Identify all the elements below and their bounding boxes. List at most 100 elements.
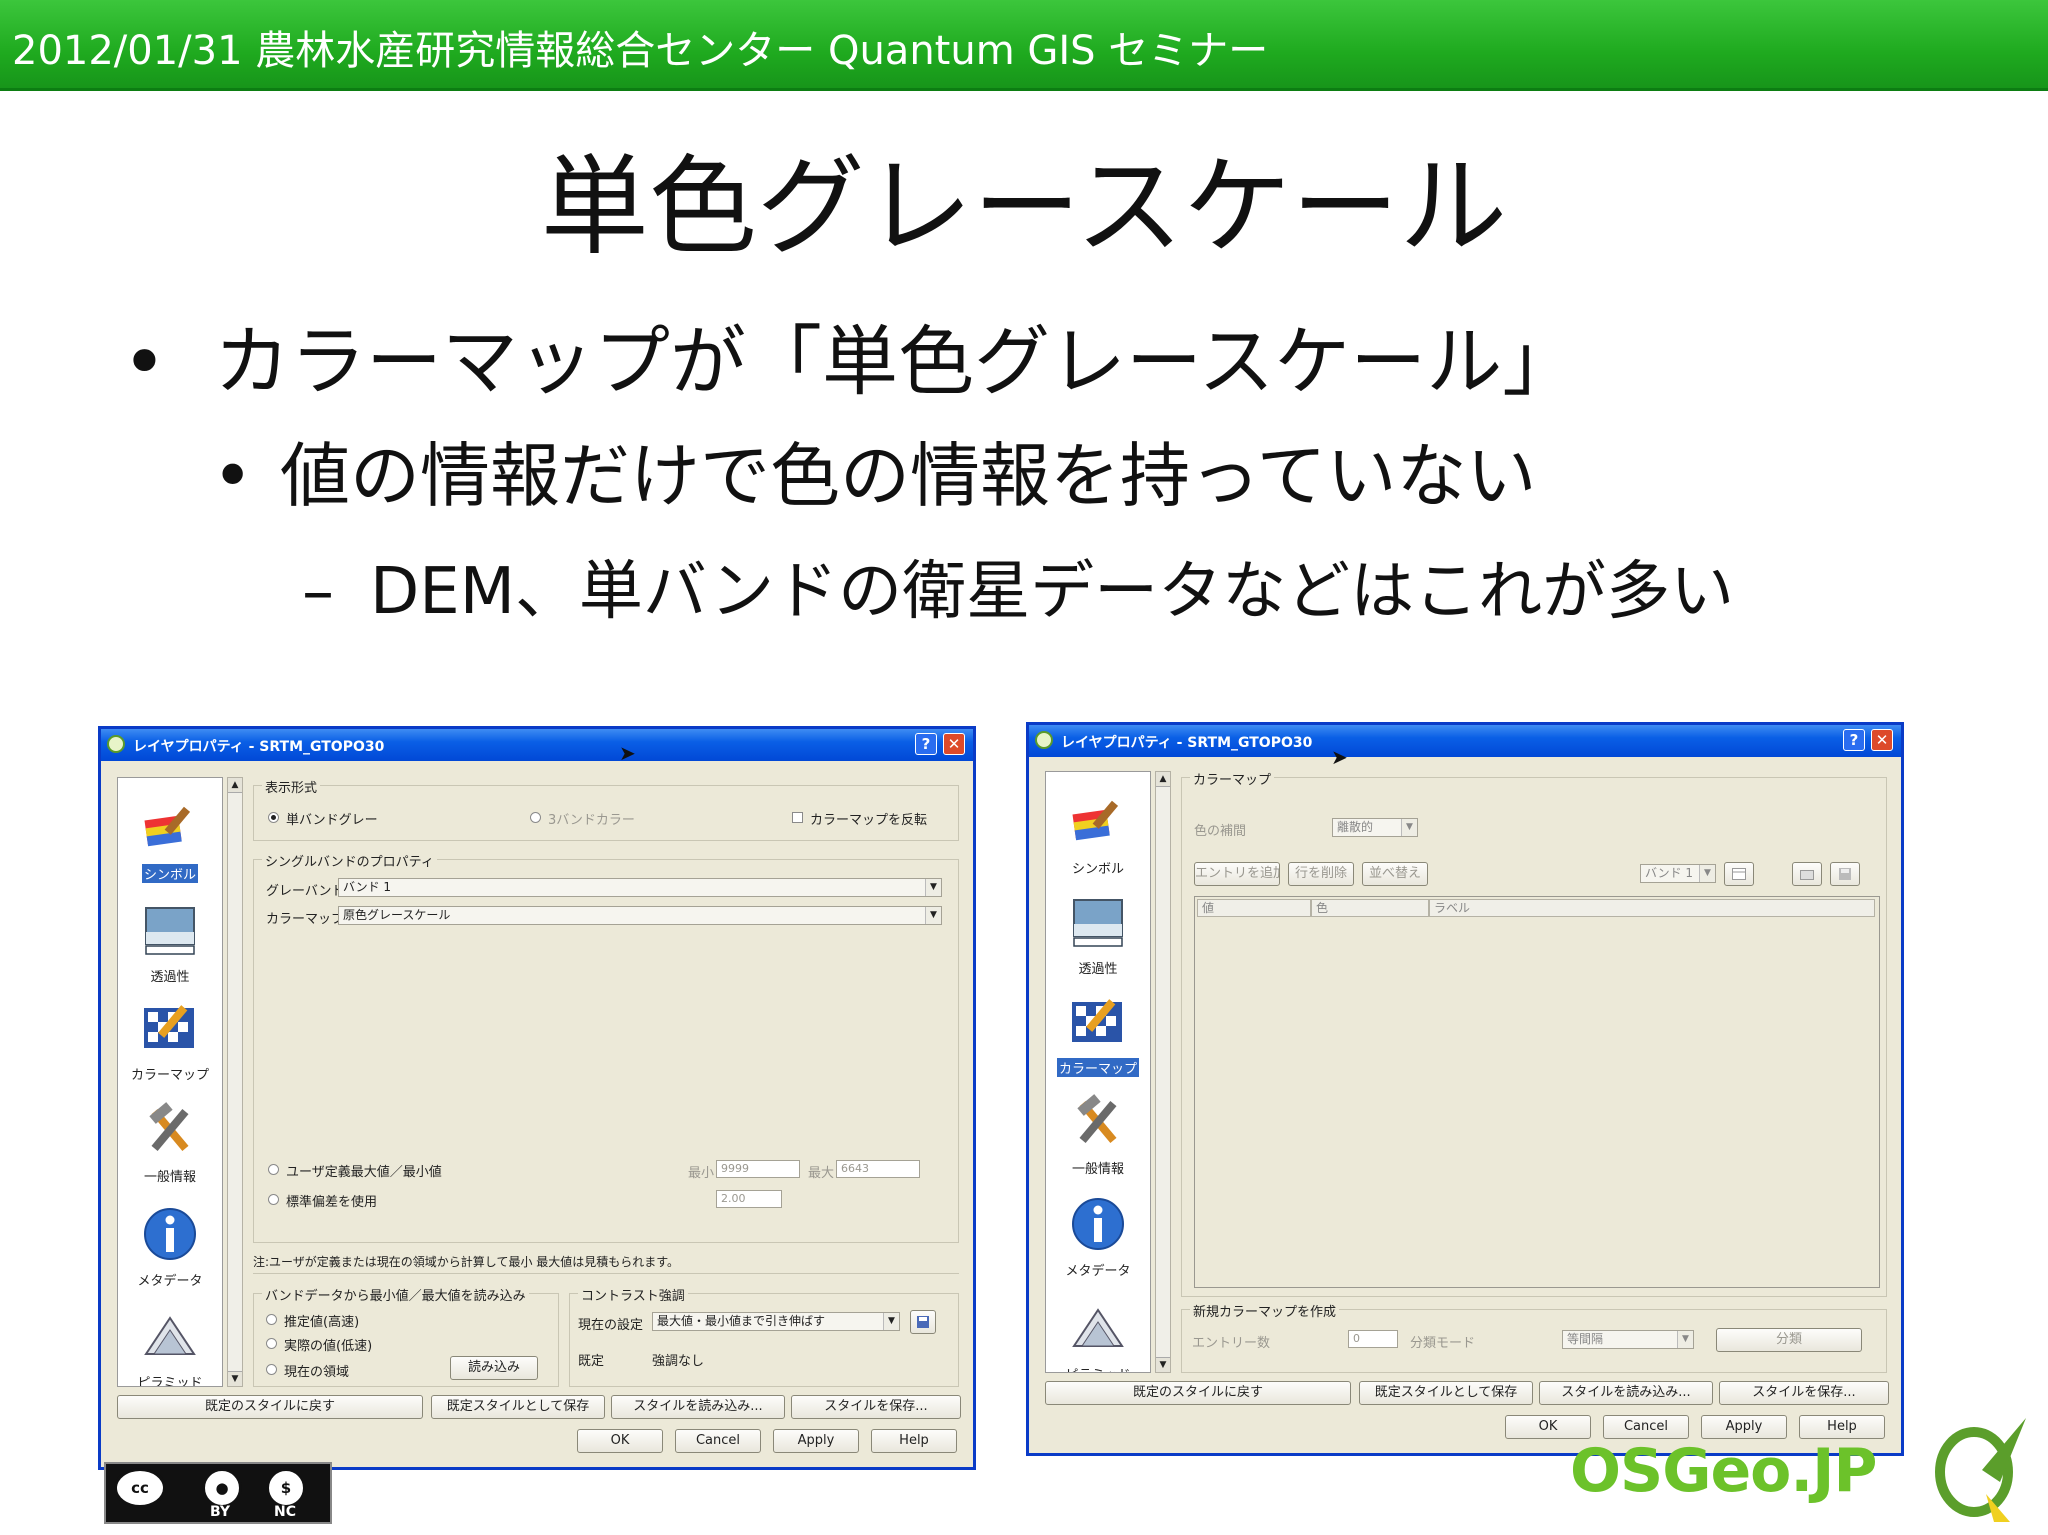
- radio-label: ユーザ定義最大値／最小値: [286, 1165, 442, 1180]
- sidebar-item-symbology[interactable]: シンボル: [1046, 794, 1150, 877]
- dialog-titlebar[interactable]: レイヤプロパティ - SRTM_GTOPO30 ? ✕: [1029, 725, 1901, 757]
- sidebar-label: 一般情報: [143, 1170, 196, 1185]
- sidebar-scrollbar[interactable]: ▲ ▼: [1155, 771, 1171, 1373]
- close-titlebar-button[interactable]: ✕: [943, 733, 965, 755]
- interpolation-select[interactable]: 離散的 ▼: [1332, 818, 1418, 837]
- scroll-up-icon[interactable]: ▲: [228, 778, 242, 793]
- sidebar-item-pyramids[interactable]: ピラミッド: [1046, 1300, 1150, 1372]
- scroll-down-icon[interactable]: ▼: [228, 1371, 242, 1386]
- sidebar-item-transparency[interactable]: 透過性: [118, 902, 222, 985]
- sidebar-item-transparency[interactable]: 透過性: [1046, 894, 1150, 977]
- cancel-button[interactable]: Cancel: [675, 1429, 761, 1453]
- load-colormap-file-button[interactable]: [1792, 862, 1822, 886]
- sort-button[interactable]: 並べ替え: [1362, 862, 1428, 886]
- sidebar-item-colormap[interactable]: カラーマップ: [118, 1000, 222, 1083]
- sidebar-item-metadata[interactable]: メタデータ: [118, 1206, 222, 1289]
- invert-colormap-checkbox[interactable]: [792, 812, 803, 823]
- sidebar-item-symbology[interactable]: シンボル: [118, 800, 222, 883]
- save-style-button[interactable]: スタイルを保存...: [1719, 1381, 1889, 1405]
- new-colormap-group: 新規カラーマップを作成 エントリー数 0 分類モード 等間隔 ▼ 分類: [1181, 1301, 1887, 1373]
- current-extent-radio[interactable]: [266, 1364, 277, 1375]
- scroll-up-icon[interactable]: ▲: [1156, 772, 1170, 787]
- load-style-button[interactable]: スタイルを読み込み...: [1539, 1381, 1713, 1405]
- delete-row-button[interactable]: 行を削除: [1288, 862, 1354, 886]
- colormap-icon: [144, 1005, 194, 1048]
- help-titlebar-button[interactable]: ?: [1843, 729, 1865, 751]
- help-titlebar-button[interactable]: ?: [915, 733, 937, 755]
- colormap-group: カラーマップ 色の補間 離散的 ▼ エントリを追加 行を削除 並べ替え バンド 1…: [1181, 769, 1887, 1297]
- restore-default-style-button[interactable]: 既定のスタイルに戻す: [117, 1395, 423, 1419]
- osgeo-logo: OSGeo.JP: [1570, 1436, 1877, 1506]
- classify-button[interactable]: 分類: [1716, 1328, 1862, 1352]
- sidebar-label: メタデータ: [137, 1274, 203, 1289]
- contrast-select[interactable]: 最大値・最小値まで引き伸ばす ▼: [652, 1312, 900, 1331]
- select-value: 等間隔: [1567, 1332, 1604, 1346]
- save-style-button[interactable]: スタイルを保存...: [791, 1395, 961, 1419]
- export-colormap-button[interactable]: [1830, 862, 1860, 886]
- column-header-value[interactable]: 値: [1197, 899, 1311, 917]
- estimate-radio[interactable]: [266, 1314, 277, 1325]
- select-value: 原色グレースケール: [343, 908, 451, 922]
- grey-band-select[interactable]: バンド 1 ▼: [338, 878, 942, 897]
- column-header-color[interactable]: 色: [1311, 899, 1429, 917]
- scroll-down-icon[interactable]: ▼: [1156, 1357, 1170, 1372]
- min-value-field[interactable]: 9999: [716, 1160, 800, 1178]
- sidebar-item-pyramids[interactable]: ピラミッド: [118, 1308, 222, 1386]
- table-icon: [1732, 868, 1746, 880]
- entries-label: エントリー数: [1192, 1336, 1271, 1351]
- colormap-table[interactable]: 値 色 ラベル: [1194, 896, 1880, 1288]
- cc-icon: cc: [114, 1468, 166, 1508]
- load-minmax-group: バンドデータから最小値／最大値を読み込み 推定値(高速) 実際の値(低速) 現在…: [253, 1285, 559, 1387]
- column-header-label[interactable]: ラベル: [1429, 899, 1875, 917]
- radio-label: 現在の領域: [284, 1365, 350, 1380]
- sidebar-item-colormap[interactable]: カラーマップ: [1046, 994, 1150, 1077]
- bullet-1-text: カラーマップが「単色グレースケール」: [214, 317, 1579, 406]
- close-titlebar-button[interactable]: ✕: [1871, 729, 1893, 751]
- open-file-icon: [1800, 870, 1814, 880]
- sidebar-scrollbar[interactable]: ▲ ▼: [227, 777, 243, 1387]
- entries-spinbox[interactable]: 0: [1348, 1330, 1398, 1348]
- current-setting-label: 現在の設定: [578, 1318, 644, 1333]
- load-button[interactable]: 読み込み: [450, 1356, 538, 1380]
- save-as-default-button[interactable]: 既定スタイルとして保存: [431, 1395, 605, 1419]
- classification-mode-select[interactable]: 等間隔 ▼: [1562, 1330, 1694, 1349]
- dialog-title: レイヤプロパティ - SRTM_GTOPO30: [1061, 735, 1313, 751]
- sidebar-item-metadata[interactable]: メタデータ: [1046, 1196, 1150, 1279]
- info-icon: [1072, 1198, 1124, 1250]
- restore-default-style-button[interactable]: 既定のスタイルに戻す: [1045, 1381, 1351, 1405]
- max-value-field[interactable]: 6643: [836, 1160, 920, 1178]
- single-band-group: シングルバンドのプロパティ グレーバンド バンド 1 ▼ カラーマップ 原色グレー…: [253, 851, 959, 1243]
- dialog-titlebar[interactable]: レイヤプロパティ - SRTM_GTOPO30 ? ✕: [101, 729, 973, 761]
- apply-button[interactable]: Apply: [773, 1429, 859, 1453]
- ok-button[interactable]: OK: [577, 1429, 663, 1453]
- radio-label: 推定値(高速): [284, 1315, 360, 1330]
- bullet-dash-icon: –: [302, 555, 334, 629]
- colormap-select[interactable]: 原色グレースケール ▼: [338, 906, 942, 925]
- add-entry-button[interactable]: エントリを追加: [1194, 862, 1280, 886]
- actual-radio[interactable]: [266, 1338, 277, 1349]
- save-as-default-button[interactable]: 既定スタイルとして保存: [1359, 1381, 1533, 1405]
- band-select[interactable]: バンド 1 ▼: [1640, 864, 1716, 883]
- load-from-band-button[interactable]: [1724, 862, 1754, 886]
- pyramid-icon: [144, 1316, 196, 1355]
- mouse-cursor-icon: ➤: [1331, 745, 1348, 769]
- slide-title: 単色グレースケール: [540, 145, 1508, 270]
- load-style-button[interactable]: スタイルを読み込み...: [611, 1395, 785, 1419]
- floppy-disk-icon: [1839, 868, 1851, 880]
- sidebar-item-general[interactable]: 一般情報: [118, 1102, 222, 1185]
- bullet-level-2: • 値の情報だけで色の情報を持っていない: [212, 420, 1537, 521]
- group-title: カラーマップ: [1190, 769, 1275, 788]
- default-label: 既定: [578, 1354, 605, 1369]
- single-band-radio[interactable]: [268, 812, 279, 823]
- bullet-dot-icon: •: [122, 317, 167, 406]
- bullet-dot-icon: •: [212, 435, 254, 517]
- std-dev-spinbox[interactable]: 2.00: [716, 1190, 782, 1208]
- radio-label: 単バンドグレー: [286, 813, 378, 828]
- three-band-radio[interactable]: [530, 812, 541, 823]
- sidebar-item-general[interactable]: 一般情報: [1046, 1094, 1150, 1177]
- save-contrast-button[interactable]: [910, 1310, 936, 1334]
- layer-properties-dialog-symbology: レイヤプロパティ - SRTM_GTOPO30 ? ✕ シンボル 透過性 カラー…: [98, 726, 976, 1470]
- std-dev-radio[interactable]: [268, 1194, 279, 1205]
- user-minmax-radio[interactable]: [268, 1164, 279, 1175]
- help-button[interactable]: Help: [871, 1429, 957, 1453]
